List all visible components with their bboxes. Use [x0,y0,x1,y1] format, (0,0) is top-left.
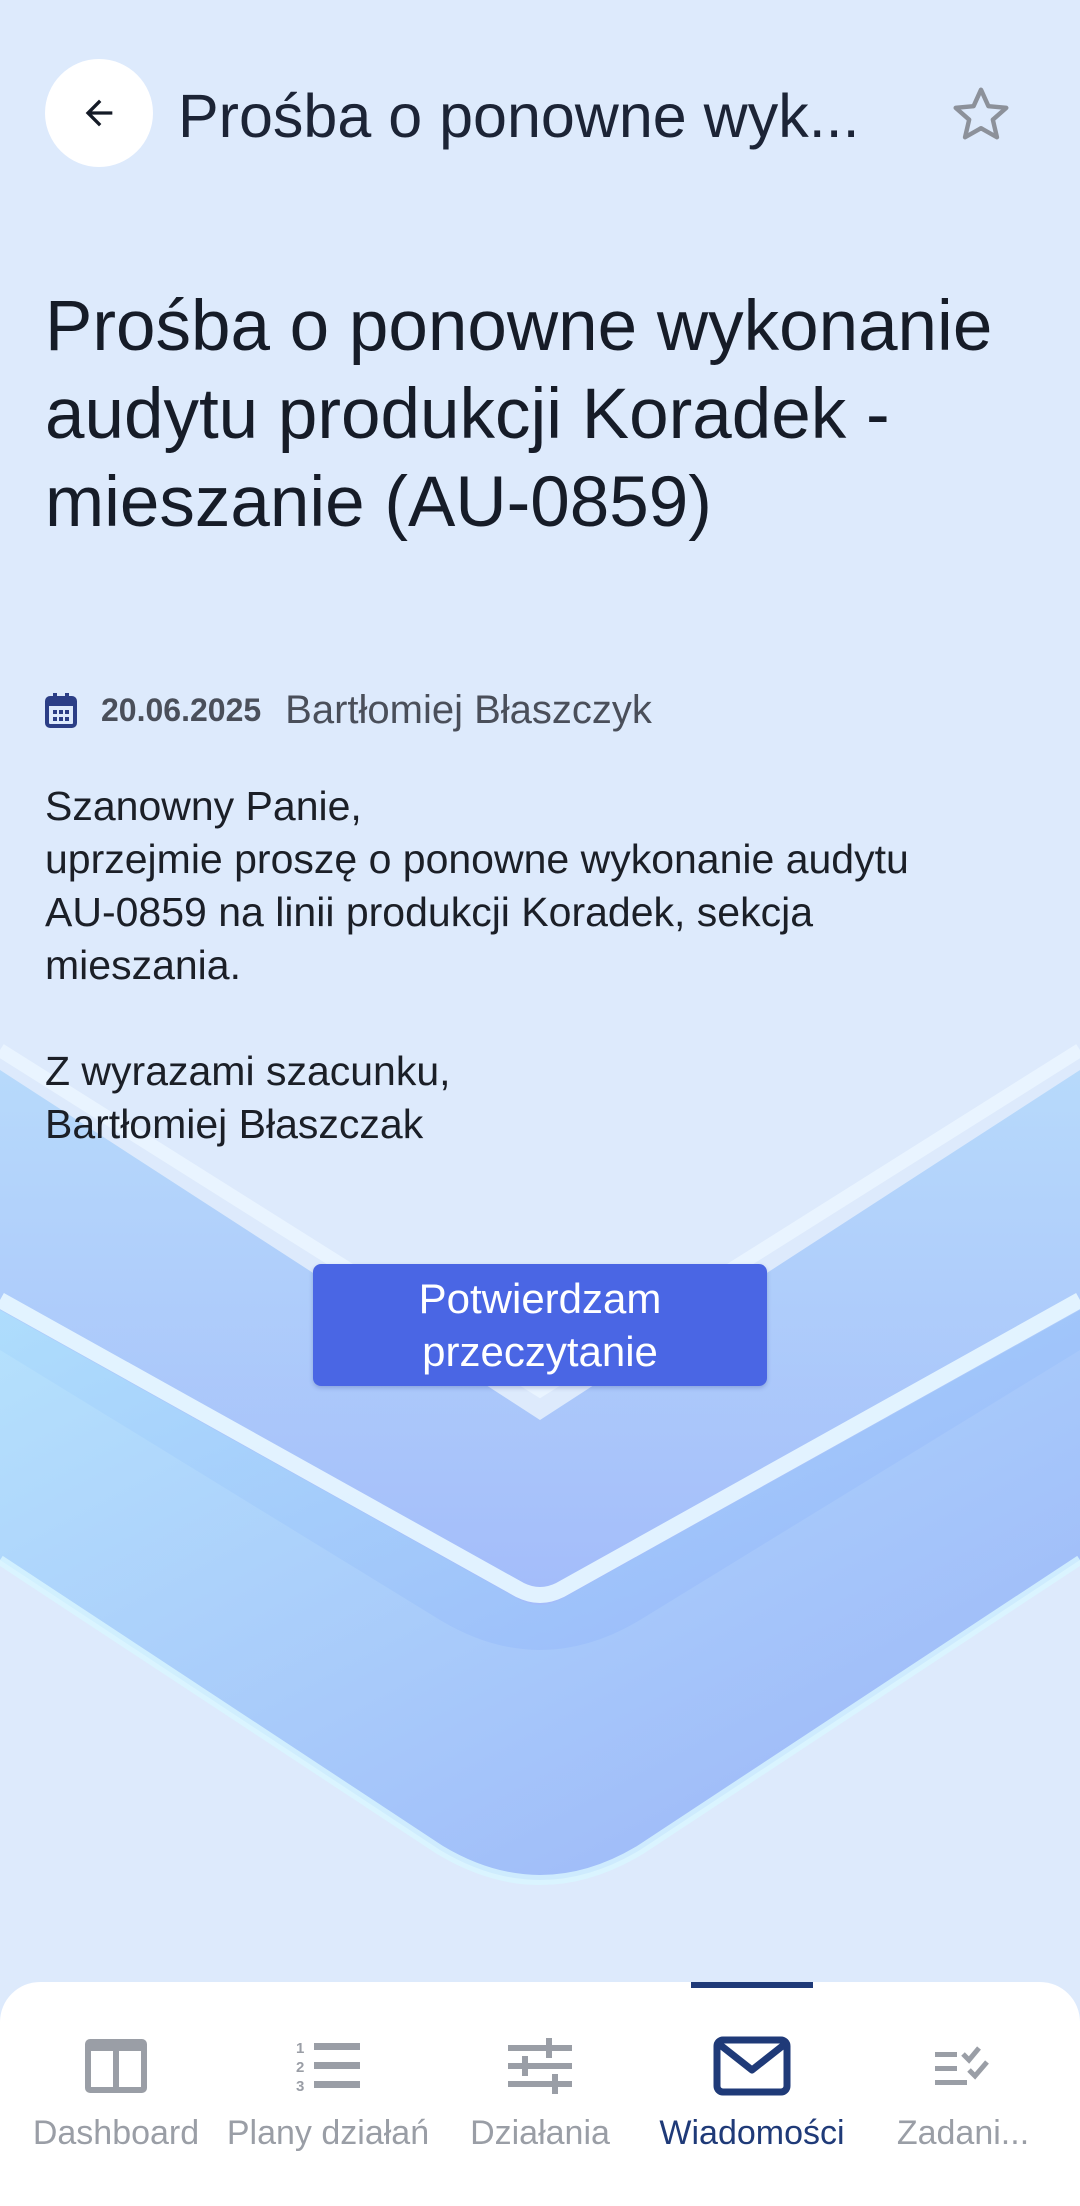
star-icon [953,87,1009,140]
back-button[interactable] [45,59,153,167]
arrow-back-icon [85,99,113,127]
confirm-read-label: Potwierdzam przeczytanie [418,1275,662,1375]
nav-tasks[interactable]: Zadani... [870,1982,1056,2206]
message-author: Bartłomiej Błaszczyk [285,687,652,732]
nav-messages[interactable]: Wiadomości [640,1982,864,2206]
nav-label: Wiadomości [659,2114,845,2152]
svg-text:1: 1 [296,2040,304,2057]
favorite-button[interactable] [948,82,1014,148]
body-line: AU-0859 na linii produkcji Koradek, sekc… [45,889,814,935]
sliders-icon [508,2038,572,2094]
mail-icon [713,2036,791,2096]
header-title: Prośba o ponowne wyk... [178,82,860,150]
nav-label: Dashboard [32,2114,200,2152]
message-meta: 20.06.2025 Bartłomiej Błaszczyk [45,685,652,735]
dashboard-icon [85,2039,147,2093]
bottom-navigation: Dashboard 1 2 3 Plany działań Działania … [0,1982,1080,2206]
svg-text:3: 3 [296,2078,304,2094]
closing: Z wyrazami szacunku, [45,1048,451,1094]
nav-label: Plany działań [226,2114,430,2152]
body-line: uprzejmie proszę o ponowne wykonanie aud… [45,836,909,882]
nav-actions[interactable]: Działania [440,1982,640,2206]
greeting: Szanowny Panie, [45,783,362,829]
body-line: mieszania. [45,942,241,988]
svg-text:2: 2 [296,2059,304,2076]
nav-label: Działania [470,2114,610,2152]
nav-dashboard[interactable]: Dashboard [0,1982,232,2206]
message-title: Prośba o ponowne wykonanie audytu produk… [45,287,993,542]
nav-label: Zadani... [896,2114,1030,2152]
numbered-list-icon: 1 2 3 [296,2040,360,2094]
message-date: 20.06.2025 [101,691,262,728]
message-body: Szanowny Panie, uprzejmie proszę o ponow… [45,780,1035,1151]
nav-action-plans[interactable]: 1 2 3 Plany działań [218,1982,438,2206]
checklist-icon [935,2046,989,2085]
confirm-read-button[interactable]: Potwierdzam przeczytanie [313,1264,767,1386]
signature: Bartłomiej Błaszczak [45,1101,424,1147]
calendar-icon [45,693,77,728]
